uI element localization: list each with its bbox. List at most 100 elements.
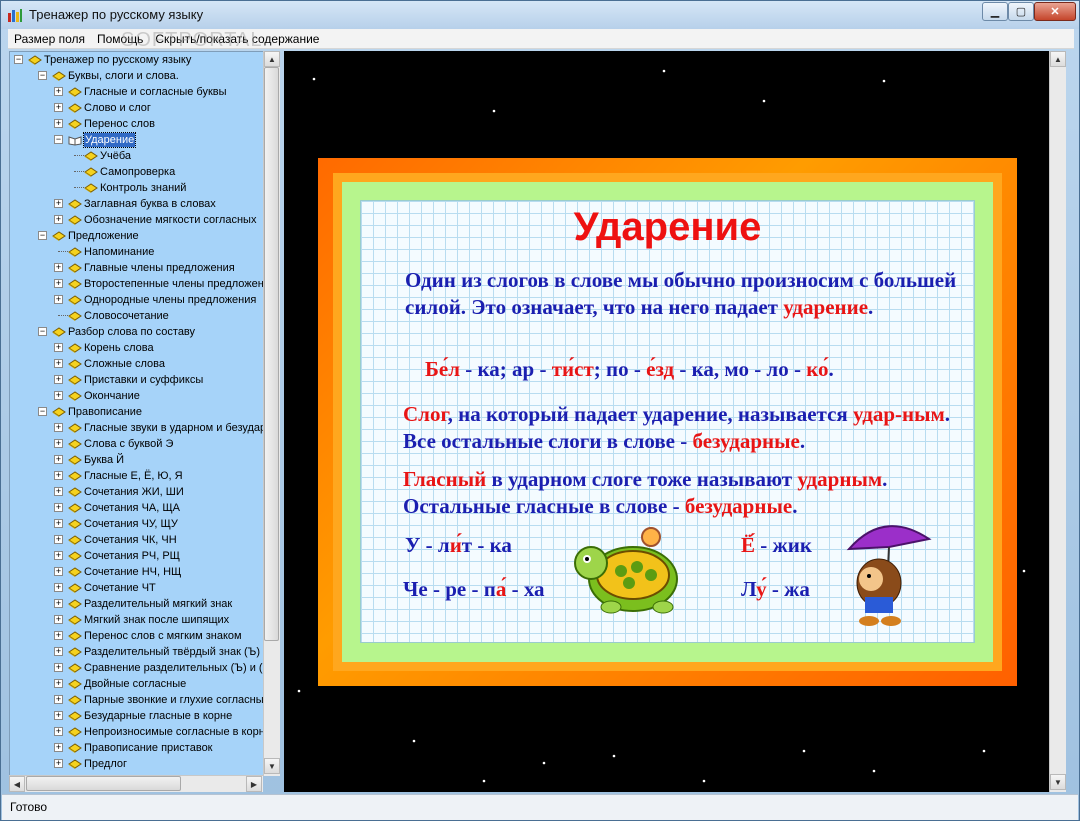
contents-tree[interactable]: − Тренажер по русскому языку − Буквы, слоги… — [9, 51, 280, 776]
tree-node[interactable]: + Однородные члены предложения — [10, 292, 264, 308]
expand-icon[interactable]: + — [54, 599, 63, 608]
tree-node[interactable]: + Безударные гласные в корне — [10, 708, 264, 724]
expand-icon[interactable]: + — [54, 279, 63, 288]
expand-icon[interactable]: + — [54, 263, 63, 272]
expand-icon[interactable]: + — [54, 103, 63, 112]
expand-icon[interactable]: + — [54, 631, 63, 640]
expand-icon[interactable]: + — [54, 439, 63, 448]
tree-node[interactable]: + Разделительный мягкий знак — [10, 596, 264, 612]
expand-icon[interactable]: + — [54, 711, 63, 720]
expand-icon[interactable]: + — [54, 343, 63, 352]
collapse-icon[interactable]: − — [14, 55, 23, 64]
tree-node[interactable]: + Главные члены предложения — [10, 260, 264, 276]
tree-node[interactable]: + Корень слова — [10, 340, 264, 356]
expand-icon[interactable]: + — [54, 423, 63, 432]
close-button[interactable]: ✕ — [1034, 2, 1076, 21]
tree-node[interactable]: + Сочетание ЧТ — [10, 580, 264, 596]
tree-node[interactable]: + Сочетания ЖИ, ШИ — [10, 484, 264, 500]
menu-help[interactable]: Помощь — [91, 32, 149, 46]
tree-node[interactable]: + Непроизносимые согласные в корне — [10, 724, 271, 740]
tree-node[interactable]: + Предлог — [10, 756, 264, 772]
expand-icon[interactable]: + — [54, 199, 63, 208]
tree-node[interactable]: Контроль знаний — [10, 180, 264, 196]
expand-icon[interactable]: + — [54, 119, 63, 128]
tree-node[interactable]: Напоминание — [10, 244, 264, 260]
tree-node[interactable]: + Гласные звуки в ударном и безударном — [10, 420, 279, 436]
tree-horizontal-scroll-thumb[interactable] — [26, 776, 181, 791]
expand-icon[interactable]: + — [54, 471, 63, 480]
menu-field-size[interactable]: Размер поля — [8, 32, 91, 46]
menu-toggle-contents[interactable]: Скрыть/показать содержание — [149, 32, 325, 46]
expand-icon[interactable]: + — [54, 615, 63, 624]
tree-node[interactable]: + Заглавная буква в словах — [10, 196, 264, 212]
expand-icon[interactable]: + — [54, 551, 63, 560]
title-bar[interactable]: Тренажер по русскому языку ▁ ▢ ✕ — [1, 1, 1079, 29]
collapse-icon[interactable]: − — [38, 327, 47, 336]
tree-node[interactable]: + Перенос слов — [10, 116, 264, 132]
scroll-right-arrow-icon[interactable]: ▶ — [246, 776, 262, 792]
expand-icon[interactable]: + — [54, 679, 63, 688]
expand-icon[interactable]: + — [54, 359, 63, 368]
tree-node[interactable]: + Сочетания РЧ, РЩ — [10, 548, 264, 564]
tree-node[interactable]: + Двойные согласные — [10, 676, 264, 692]
viewer-scroll-up-icon[interactable]: ▲ — [1050, 51, 1066, 67]
expand-icon[interactable]: + — [54, 295, 63, 304]
expand-icon[interactable]: + — [54, 567, 63, 576]
tree-node[interactable]: + Слова с буквой Э — [10, 436, 264, 452]
tree-node[interactable]: − Тренажер по русскому языку — [10, 52, 264, 68]
expand-icon[interactable]: + — [54, 391, 63, 400]
tree-node[interactable]: + Гласные и согласные буквы — [10, 84, 264, 100]
tree-node[interactable]: + Гласные Е, Ё, Ю, Я — [10, 468, 264, 484]
expand-icon[interactable]: + — [54, 647, 63, 656]
tree-node[interactable]: + Перенос слов с мягким знаком — [10, 628, 264, 644]
minimize-button[interactable]: ▁ — [982, 2, 1008, 21]
expand-icon[interactable]: + — [54, 455, 63, 464]
expand-icon[interactable]: + — [54, 727, 63, 736]
expand-icon[interactable]: + — [54, 375, 63, 384]
tree-node[interactable]: + Обозначение мягкости согласных — [10, 212, 264, 228]
expand-icon[interactable]: + — [54, 87, 63, 96]
expand-icon[interactable]: + — [54, 583, 63, 592]
expand-icon[interactable]: + — [54, 535, 63, 544]
tree-node[interactable]: + Мягкий знак после шипящих — [10, 612, 264, 628]
viewer-vertical-scrollbar[interactable]: ▲ ▼ — [1049, 51, 1066, 792]
tree-node[interactable]: + Разделительный твёрдый знак (Ъ) — [10, 644, 264, 660]
viewer-scroll-down-icon[interactable]: ▼ — [1050, 774, 1066, 790]
collapse-icon[interactable]: − — [38, 231, 47, 240]
expand-icon[interactable]: + — [54, 215, 63, 224]
tree-node[interactable]: Учёба — [10, 148, 264, 164]
collapse-icon[interactable]: − — [38, 71, 47, 80]
tree-node[interactable]: + Сочетание НЧ, НЩ — [10, 564, 264, 580]
tree-node[interactable]: + Окончание — [10, 388, 264, 404]
tree-node[interactable]: − Ударение — [10, 132, 264, 148]
tree-node[interactable]: + Сочетания ЧУ, ЩУ — [10, 516, 264, 532]
collapse-icon[interactable]: − — [38, 407, 47, 416]
tree-node[interactable]: Самопроверка — [10, 164, 264, 180]
tree-node[interactable]: + Правописание приставок — [10, 740, 264, 756]
scroll-down-arrow-icon[interactable]: ▼ — [264, 758, 280, 774]
tree-node[interactable]: − Предложение — [10, 228, 264, 244]
tree-node[interactable]: − Разбор слова по составу — [10, 324, 264, 340]
expand-icon[interactable]: + — [54, 743, 63, 752]
tree-node[interactable]: − Правописание — [10, 404, 264, 420]
expand-icon[interactable]: + — [54, 503, 63, 512]
expand-icon[interactable]: + — [54, 487, 63, 496]
tree-node[interactable]: + Сочетания ЧК, ЧН — [10, 532, 264, 548]
expand-icon[interactable]: + — [54, 759, 63, 768]
tree-node[interactable]: + Парные звонкие и глухие согласные — [10, 692, 270, 708]
tree-node[interactable]: − Буквы, слоги и слова. — [10, 68, 264, 84]
expand-icon[interactable]: + — [54, 663, 63, 672]
tree-vertical-scroll-thumb[interactable] — [264, 67, 279, 641]
collapse-icon[interactable]: − — [54, 135, 63, 144]
scroll-left-arrow-icon[interactable]: ◀ — [9, 776, 25, 792]
tree-node[interactable]: + Буква Й — [10, 452, 264, 468]
tree-node[interactable]: + Приставки и суффиксы — [10, 372, 264, 388]
tree-node[interactable]: + Второстепенные члены предложения — [10, 276, 276, 292]
tree-node[interactable]: Словосочетание — [10, 308, 264, 324]
expand-icon[interactable]: + — [54, 519, 63, 528]
scroll-up-arrow-icon[interactable]: ▲ — [264, 51, 280, 67]
tree-node[interactable]: + Сравнение разделительных (Ъ) и (Ь) — [10, 660, 273, 676]
tree-node[interactable]: + Сложные слова — [10, 356, 264, 372]
expand-icon[interactable]: + — [54, 695, 63, 704]
maximize-button[interactable]: ▢ — [1008, 2, 1034, 21]
